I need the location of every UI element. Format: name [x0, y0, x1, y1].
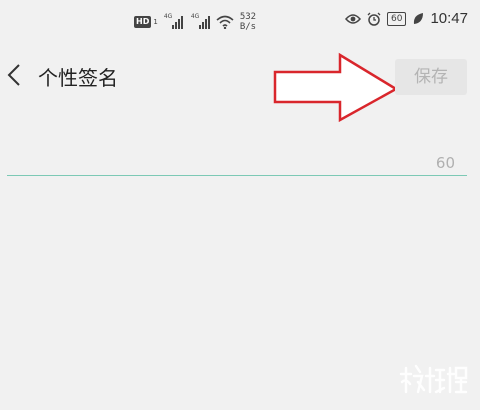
alarm-icon: [367, 12, 381, 26]
network-speed: 532 B/s: [240, 12, 256, 32]
signal-1-tag: 4G: [163, 12, 173, 20]
watermark-logo: [399, 364, 468, 394]
status-left-group: HD 1 4G 4G 532 B/s: [134, 12, 256, 32]
page-title: 个性签名: [38, 66, 118, 90]
status-bar: HD 1 4G 4G 532 B/s 60 10:47: [0, 0, 480, 44]
signal-2-icon: 4G: [191, 13, 210, 29]
annotation-arrow: [273, 52, 399, 122]
signal-2-tag: 4G: [190, 12, 200, 20]
char-count: 60: [435, 154, 455, 172]
net-speed-unit: B/s: [239, 22, 257, 32]
leaf-icon: [414, 12, 424, 24]
status-right-group: 60 10:47: [345, 10, 468, 27]
sim-number: 1: [153, 18, 158, 26]
eye-icon: [345, 13, 361, 24]
battery-icon: 60: [387, 11, 407, 26]
input-underline: [7, 175, 467, 176]
clock-time: 10:47: [430, 10, 468, 27]
save-button[interactable]: 保存: [395, 59, 467, 95]
hd-badge: HD: [134, 16, 152, 28]
wifi-icon: [216, 15, 234, 29]
net-speed-value: 532: [239, 12, 257, 22]
signal-1-icon: 4G: [164, 13, 183, 29]
back-chevron-icon[interactable]: [4, 62, 24, 88]
signature-input[interactable]: [7, 138, 467, 174]
